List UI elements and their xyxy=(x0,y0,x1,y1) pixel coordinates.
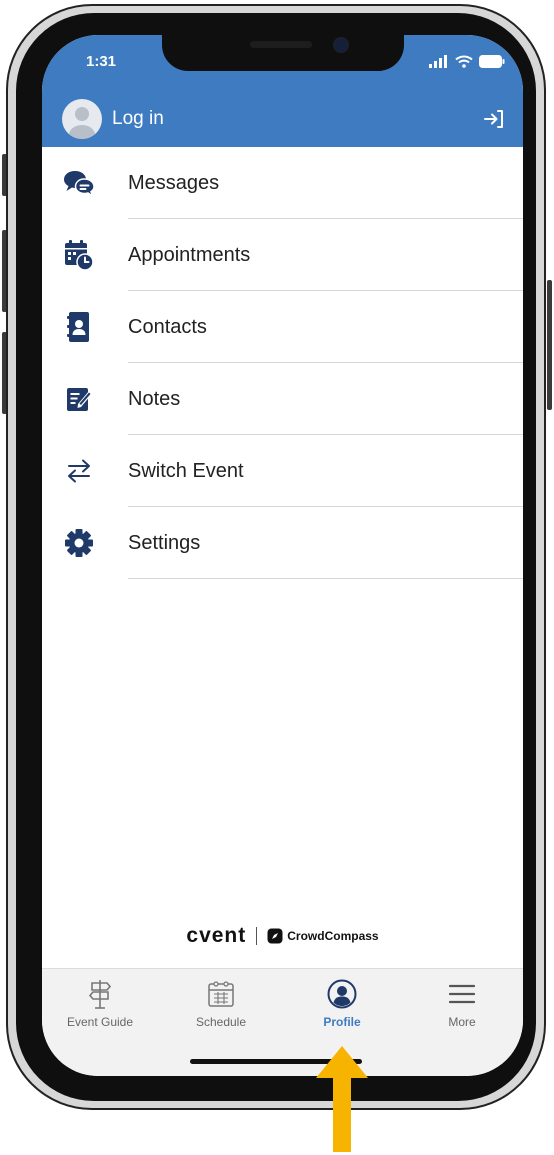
menu-item-switch-event[interactable]: Switch Event xyxy=(42,435,523,507)
settings-icon xyxy=(62,526,96,560)
tab-label: Event Guide xyxy=(66,1015,134,1029)
menu-label: Notes xyxy=(128,387,181,410)
menu-item-settings[interactable]: Settings xyxy=(42,507,523,579)
messages-icon xyxy=(62,166,96,200)
screen: 1:31 Log in Messages Appointments Contac… xyxy=(42,35,523,1076)
notch xyxy=(162,35,404,71)
menu-label: Settings xyxy=(128,531,201,554)
avatar xyxy=(62,99,102,139)
login-arrow-icon[interactable] xyxy=(483,108,505,130)
wifi-icon xyxy=(455,55,473,68)
hamburger-icon xyxy=(448,984,476,1004)
status-icons xyxy=(429,55,505,68)
menu-label: Switch Event xyxy=(128,459,244,482)
menu-label: Appointments xyxy=(128,243,251,266)
cvent-logo: cvent xyxy=(186,924,247,947)
tab-label: Profile xyxy=(323,1015,361,1029)
menu-item-messages[interactable]: Messages xyxy=(42,147,523,219)
menu-item-appointments[interactable]: Appointments xyxy=(42,219,523,291)
profile-icon xyxy=(327,979,357,1009)
brand-separator xyxy=(256,927,258,945)
switch-event-icon xyxy=(62,454,96,488)
tab-label: Schedule xyxy=(195,1015,247,1029)
profile-menu: Messages Appointments Contacts Notes Swi… xyxy=(42,147,523,579)
branding: cvent CrowdCompass xyxy=(42,924,523,948)
signpost-icon xyxy=(88,980,112,1009)
tab-event-guide[interactable]: Event Guide xyxy=(50,979,150,1029)
power-button xyxy=(547,280,552,410)
divider xyxy=(128,578,523,579)
front-camera xyxy=(333,37,349,53)
menu-item-notes[interactable]: Notes xyxy=(42,363,523,435)
login-row[interactable]: Log in xyxy=(62,99,505,139)
menu-label: Contacts xyxy=(128,315,207,338)
tab-schedule[interactable]: Schedule xyxy=(171,979,271,1029)
crowdcompass-mark-icon xyxy=(267,928,283,944)
notes-icon xyxy=(62,382,96,416)
calendar-icon xyxy=(208,981,234,1007)
battery-icon xyxy=(479,55,505,68)
appointments-icon xyxy=(62,238,96,272)
menu-item-contacts[interactable]: Contacts xyxy=(42,291,523,363)
contacts-icon xyxy=(62,310,96,344)
cellular-signal-icon xyxy=(429,55,447,68)
crowdcompass-text: CrowdCompass xyxy=(287,929,379,943)
menu-label: Messages xyxy=(128,171,220,194)
tab-label: More xyxy=(448,1015,476,1029)
speaker xyxy=(250,41,312,48)
tab-profile[interactable]: Profile xyxy=(292,979,392,1029)
status-time: 1:31 xyxy=(86,53,117,70)
annotation-arrow-icon xyxy=(316,1046,368,1152)
crowdcompass-logo: CrowdCompass xyxy=(267,928,379,944)
login-label[interactable]: Log in xyxy=(112,108,483,130)
tab-more[interactable]: More xyxy=(412,979,512,1029)
